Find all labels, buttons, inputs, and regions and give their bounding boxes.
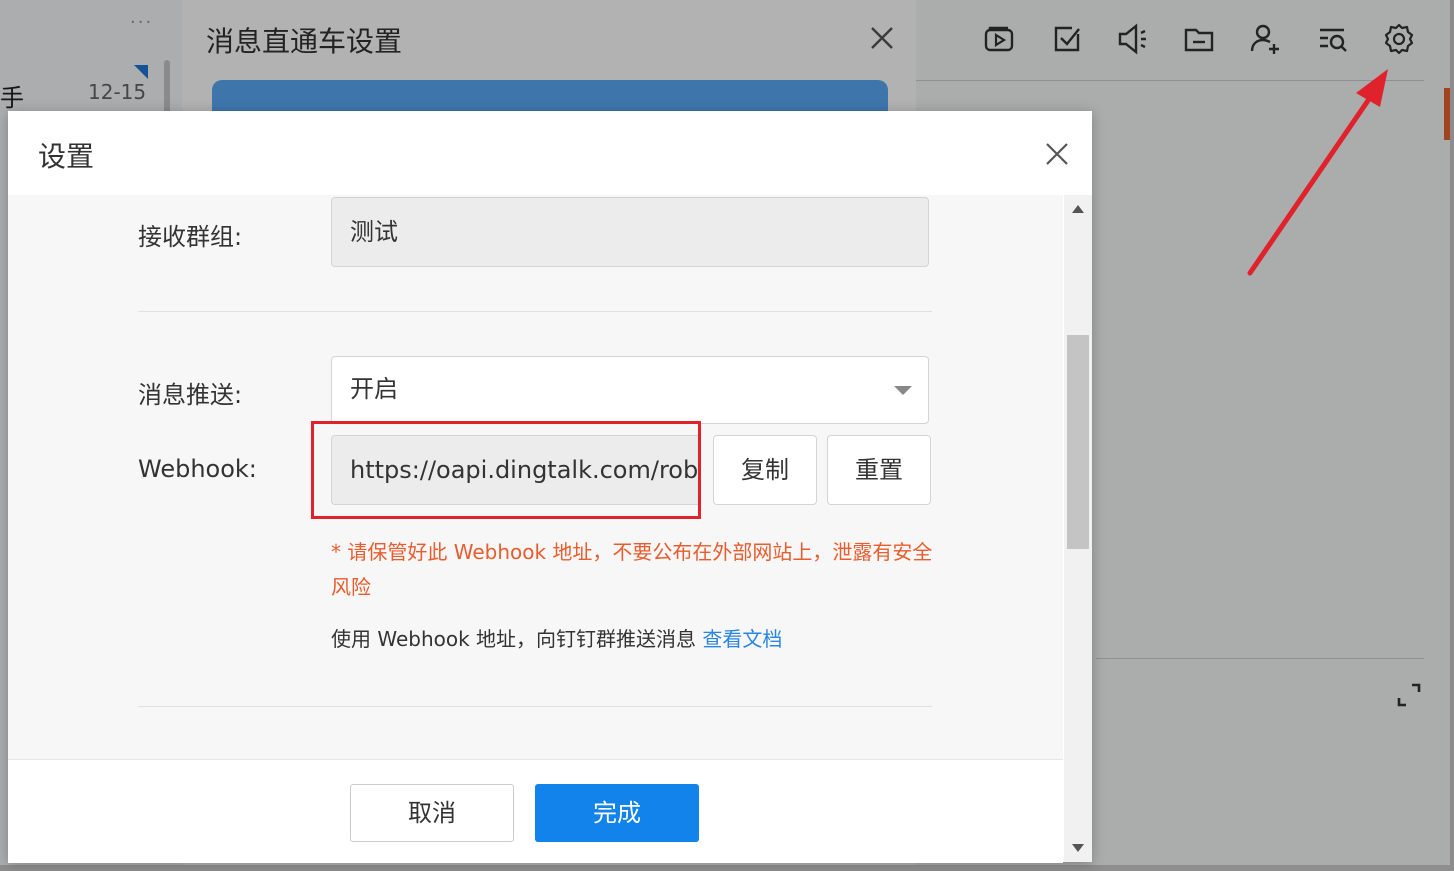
push-label: 消息推送:	[138, 381, 243, 409]
webhook-url-field[interactable]: https://oapi.dingtalk.com/robot/send?acc…	[331, 435, 701, 505]
dialog-body: 接收群组: 测试 消息推送: 开启 Webhook: https://oapi.…	[8, 195, 1063, 759]
dialog-footer: 取消 完成	[8, 759, 1063, 863]
chevron-down-icon	[894, 386, 912, 395]
scroll-up-icon[interactable]	[1072, 205, 1084, 213]
done-button[interactable]: 完成	[535, 784, 699, 842]
webhook-hint: 使用 Webhook 地址，向钉钉群推送消息 查看文档	[331, 623, 782, 652]
scroll-thumb[interactable]	[1067, 335, 1089, 549]
section-divider	[138, 311, 932, 312]
push-select[interactable]: 开启	[331, 356, 929, 424]
reset-button[interactable]: 重置	[827, 435, 931, 505]
receive-group-field[interactable]: 测试	[331, 197, 929, 267]
webhook-hint-text: 使用 Webhook 地址，向钉钉群推送消息	[331, 627, 703, 651]
cancel-button[interactable]: 取消	[350, 784, 514, 842]
security-warning: * 请保管好此 Webhook 地址，不要公布在外部网站上，泄露有安全风险	[331, 540, 933, 599]
push-select-value: 开启	[350, 375, 398, 403]
dialog-title: 设置	[38, 140, 95, 173]
receive-group-label: 接收群组:	[138, 223, 243, 251]
view-docs-link[interactable]: 查看文档	[702, 627, 782, 651]
webhook-label: Webhook:	[138, 455, 257, 483]
dialog-scrollbar[interactable]	[1064, 195, 1092, 862]
scroll-down-icon[interactable]	[1072, 844, 1084, 852]
settings-dialog: 设置 接收群组: 测试 消息推送: 开启 Webhook: https://oa…	[8, 111, 1092, 863]
section-divider	[138, 706, 932, 707]
copy-button[interactable]: 复制	[713, 435, 817, 505]
close-icon[interactable]	[1042, 139, 1072, 169]
dialog-header: 设置	[8, 111, 1092, 195]
